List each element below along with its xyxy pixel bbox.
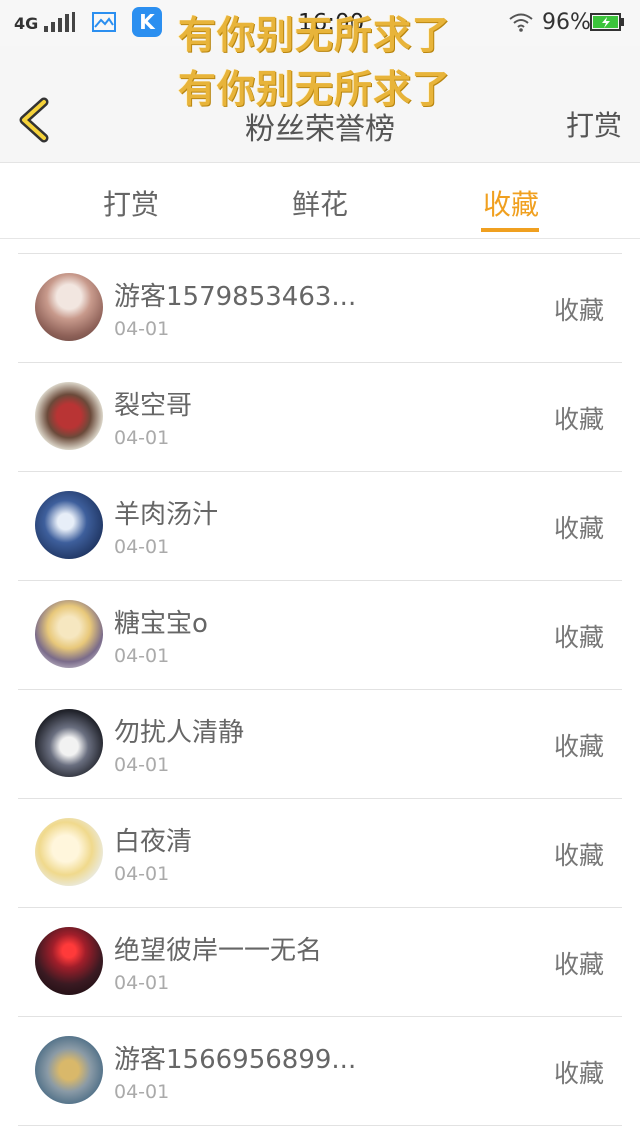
list-item[interactable]: 羊肉汤汁 04-01 收藏 bbox=[18, 472, 622, 581]
tip-button[interactable]: 打赏 bbox=[566, 104, 622, 144]
action-label: 收藏 bbox=[553, 841, 604, 870]
tab-tips[interactable]: 打赏 bbox=[103, 183, 159, 223]
date: 04-01 bbox=[114, 536, 170, 558]
user-name: 羊肉汤汁 bbox=[114, 500, 219, 530]
date: 04-01 bbox=[114, 972, 170, 994]
date: 04-01 bbox=[114, 427, 170, 449]
list-item[interactable]: 糖宝宝o 04-01 收藏 bbox=[18, 581, 622, 690]
date: 04-01 bbox=[114, 318, 170, 340]
signal-icon bbox=[44, 12, 75, 32]
avatar bbox=[35, 273, 103, 341]
list-item[interactable]: 裂空哥 04-01 收藏 bbox=[18, 363, 622, 472]
user-name: 糖宝宝o bbox=[114, 609, 208, 639]
action-label: 收藏 bbox=[553, 1059, 604, 1088]
action-label: 收藏 bbox=[553, 623, 604, 652]
list-item[interactable]: 游客1566956899... 04-01 收藏 bbox=[18, 1017, 622, 1126]
user-name: 绝望彼岸一一无名 bbox=[114, 936, 323, 966]
active-tab-indicator bbox=[481, 228, 539, 232]
avatar bbox=[35, 382, 103, 450]
user-name: 勿扰人清静 bbox=[114, 718, 245, 748]
action-label: 收藏 bbox=[553, 950, 604, 979]
overlay-caption: 有你别无所求了 bbox=[178, 13, 452, 57]
avatar bbox=[35, 1036, 103, 1104]
kugou-app-icon: K bbox=[132, 7, 162, 37]
avatar bbox=[35, 818, 103, 886]
avatar bbox=[35, 491, 103, 559]
user-name: 游客1579853463... bbox=[114, 282, 357, 312]
date: 04-01 bbox=[114, 1081, 170, 1103]
action-label: 收藏 bbox=[553, 296, 604, 325]
list-item[interactable]: 绝望彼岸一一无名 04-01 收藏 bbox=[18, 908, 622, 1017]
user-name: 裂空哥 bbox=[114, 391, 193, 421]
tab-favorites[interactable]: 收藏 bbox=[483, 183, 539, 223]
date: 04-01 bbox=[114, 863, 170, 885]
action-label: 收藏 bbox=[553, 732, 604, 761]
user-name: 游客1566956899... bbox=[114, 1045, 357, 1075]
tab-bar: 打赏 鲜花 收藏 bbox=[0, 163, 640, 239]
network-indicator: 4G bbox=[14, 14, 39, 33]
overlay-caption: 有你别无所求了 bbox=[178, 67, 452, 111]
tab-flowers[interactable]: 鲜花 bbox=[292, 183, 348, 223]
list-item[interactable]: 勿扰人清静 04-01 收藏 bbox=[18, 690, 622, 799]
gallery-notification-icon bbox=[92, 12, 116, 32]
fan-list: 游客1579853463... 04-01 收藏 裂空哥 04-01 收藏 羊肉… bbox=[0, 254, 640, 1126]
date: 04-01 bbox=[114, 645, 170, 667]
wifi-icon bbox=[509, 13, 533, 32]
battery-icon bbox=[590, 13, 624, 31]
battery-level: 96% bbox=[542, 10, 591, 35]
date: 04-01 bbox=[114, 754, 170, 776]
list-item[interactable]: 游客1579853463... 04-01 收藏 bbox=[18, 254, 622, 363]
user-name: 白夜清 bbox=[114, 827, 193, 857]
action-label: 收藏 bbox=[553, 514, 604, 543]
list-item[interactable]: 白夜清 04-01 收藏 bbox=[18, 799, 622, 908]
avatar bbox=[35, 709, 103, 777]
action-label: 收藏 bbox=[553, 405, 604, 434]
avatar bbox=[35, 600, 103, 668]
avatar bbox=[35, 927, 103, 995]
